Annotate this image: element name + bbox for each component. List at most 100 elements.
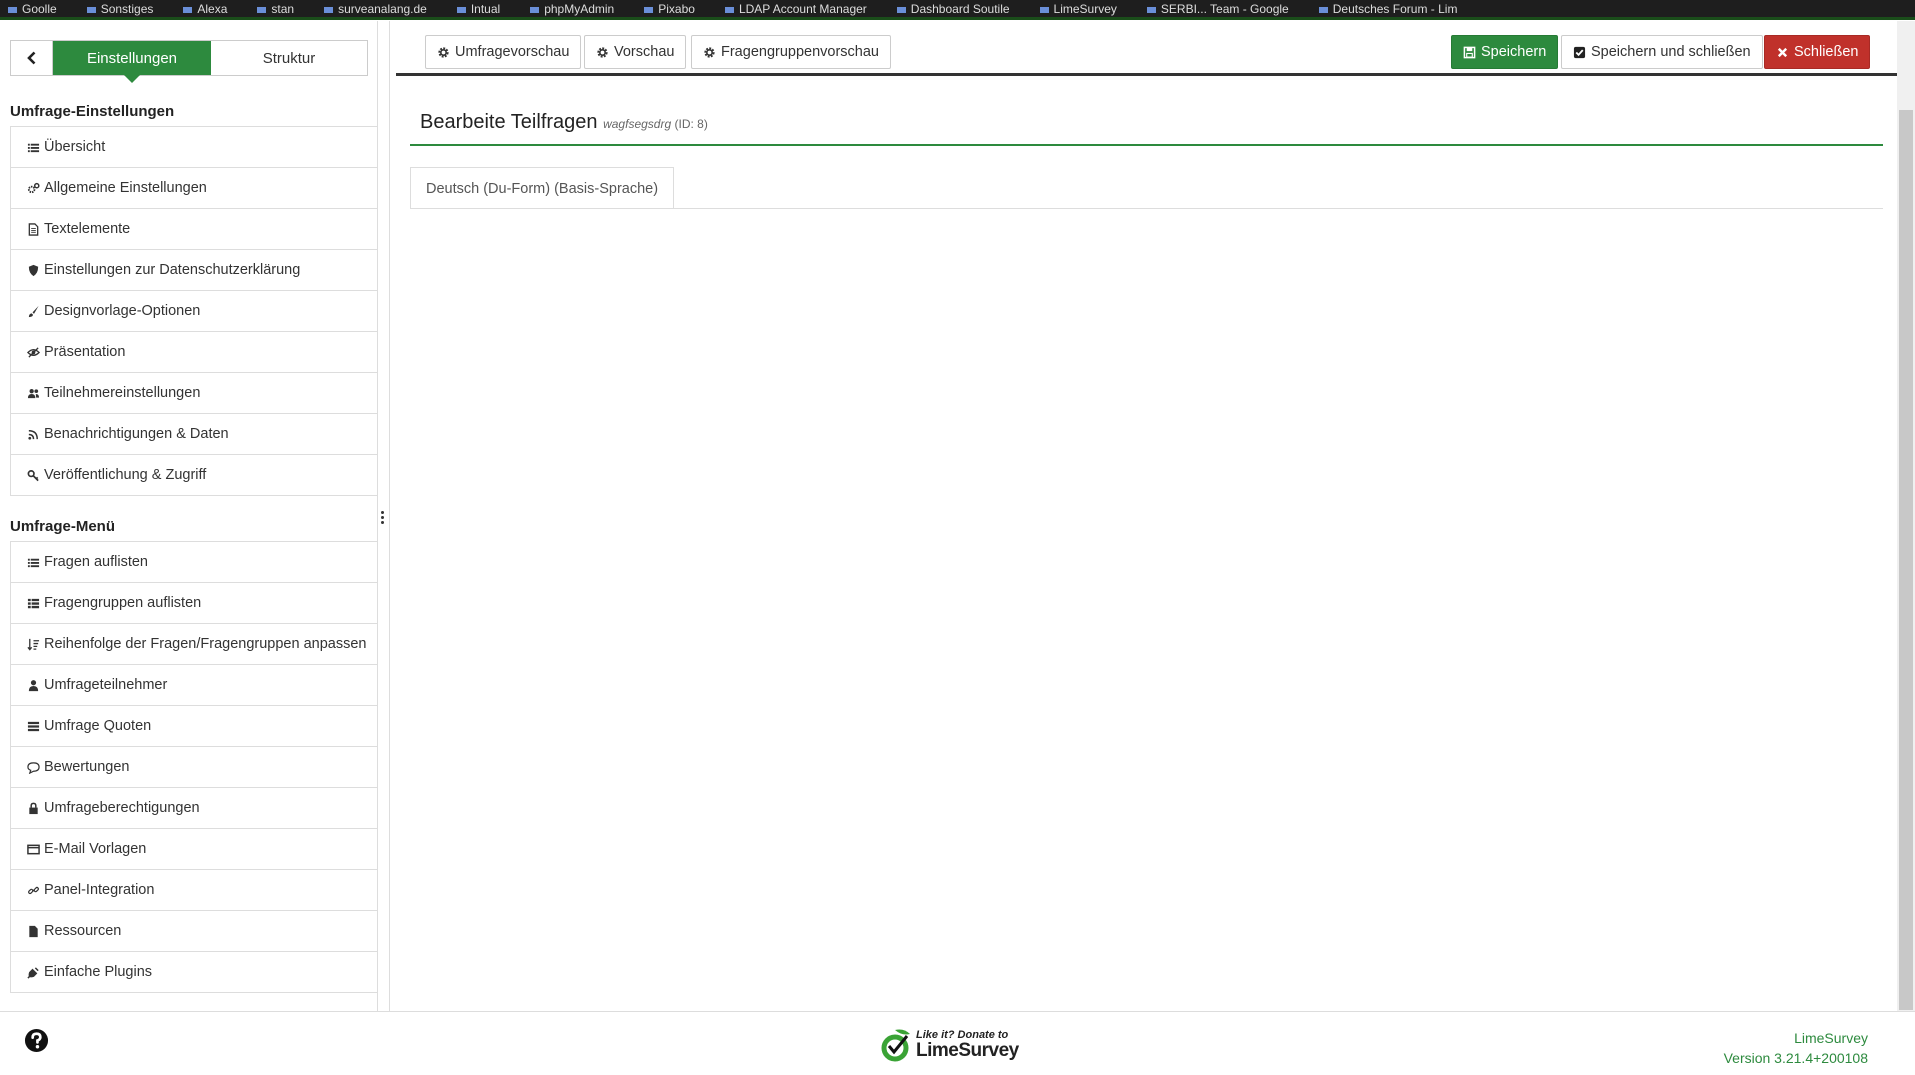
app-name-link[interactable]: LimeSurvey xyxy=(1724,1028,1868,1048)
chevron-left-icon xyxy=(26,51,35,65)
settings-menu-item-label: Veröffentlichung & Zugriff xyxy=(44,467,207,483)
save-close-label: Speichern und schließen xyxy=(1591,44,1751,60)
list-icon xyxy=(26,555,40,569)
survey-name: wagfsegsdrg xyxy=(603,117,672,131)
sidebar: Einstellungen Struktur Umfrage-Einstellu… xyxy=(0,21,390,1011)
save-label: Speichern xyxy=(1481,44,1547,60)
survey-menu-item-label: Bewertungen xyxy=(44,759,130,775)
bookmark-item[interactable]: LimeSurvey xyxy=(1032,3,1117,15)
settings-menu-item-label: Designvorlage-Optionen xyxy=(44,303,201,319)
bookmark-item[interactable]: LDAP Account Manager xyxy=(717,3,867,15)
key-icon xyxy=(26,468,40,482)
sidebar-tabbar: Einstellungen Struktur xyxy=(10,40,368,83)
page-scrollbar-thumb[interactable] xyxy=(1899,110,1913,1010)
gear-icon xyxy=(704,46,715,58)
envelope-icon xyxy=(26,842,40,856)
settings-menu: Übersicht Allgemeine Einstellungen Textele… xyxy=(10,126,377,496)
bookmark-item[interactable]: stan xyxy=(249,3,294,15)
donate-link[interactable]: Like it? Donate to LimeSurvey xyxy=(880,1025,1019,1065)
language-tabs-border xyxy=(410,208,1883,209)
survey-menu-item[interactable]: Umfrageberechtigungen xyxy=(10,788,377,829)
plug-icon xyxy=(26,965,40,979)
bookmark-item[interactable]: surveanalang.de xyxy=(316,3,427,15)
settings-menu-item[interactable]: Einstellungen zur Datenschutzerklärung xyxy=(10,250,377,291)
user-icon xyxy=(26,678,40,692)
bookmark-item[interactable]: Sonstiges xyxy=(79,3,154,15)
group-preview-label: Fragengruppenvorschau xyxy=(721,44,879,60)
survey-menu-item[interactable]: Fragengruppen auflisten xyxy=(10,583,377,624)
tasks-icon xyxy=(26,719,40,733)
bookmark-item[interactable]: phpMyAdmin xyxy=(522,3,614,15)
settings-menu-item-label: Teilnehmereinstellungen xyxy=(44,385,201,401)
donate-brand: LimeSurvey xyxy=(916,1040,1019,1061)
survey-menu-item[interactable]: Fragen auflisten xyxy=(10,542,377,583)
settings-menu-item[interactable]: Präsentation xyxy=(10,332,377,373)
check-square-icon xyxy=(1573,46,1586,58)
page-title-text: Bearbeite Teilfragen xyxy=(420,111,598,133)
survey-menu-item[interactable]: Einfache Plugins xyxy=(10,952,377,993)
survey-id: (ID: 8) xyxy=(674,117,708,131)
bookmark-item[interactable]: SERBI... Team - Google xyxy=(1139,3,1289,15)
settings-menu-item[interactable]: Allgemeine Einstellungen xyxy=(10,168,377,209)
settings-menu-item[interactable]: Designvorlage-Optionen xyxy=(10,291,377,332)
back-button[interactable] xyxy=(11,41,53,75)
comment-icon xyxy=(26,760,40,774)
settings-menu-item[interactable]: Benachrichtigungen & Daten xyxy=(10,414,377,455)
survey-preview-label: Umfragevorschau xyxy=(455,44,570,60)
survey-menu-item[interactable]: Umfrage Quoten xyxy=(10,706,377,747)
survey-menu-item-label: Panel-Integration xyxy=(44,882,155,898)
bookmark-item[interactable]: Alexa xyxy=(175,3,227,15)
users-icon xyxy=(26,386,40,400)
bookmark-item[interactable]: Pixabo xyxy=(636,3,695,15)
survey-menu-item-label: Einfache Plugins xyxy=(44,964,153,980)
survey-menu-item-label: Reihenfolge der Fragen/Fragengruppen anp… xyxy=(44,636,367,652)
settings-menu-item[interactable]: Übersicht xyxy=(10,127,377,168)
top-toolbar: Umfragevorschau Vorschau Fragengruppenvo… xyxy=(396,21,1898,76)
version-info: LimeSurvey Version 3.21.4+200108 xyxy=(1724,1028,1868,1068)
survey-menu: Fragen auflisten Fragengruppen auflisten R… xyxy=(10,541,377,993)
preview-button[interactable]: Vorschau xyxy=(584,35,687,69)
settings-menu-item-label: Übersicht xyxy=(44,139,106,155)
survey-menu-item[interactable]: Umfrageteilnehmer xyxy=(10,665,377,706)
save-icon xyxy=(1463,46,1476,58)
drag-handle-icon[interactable] xyxy=(381,510,385,524)
help-icon[interactable] xyxy=(24,1028,49,1053)
bookmark-item[interactable]: Goolle xyxy=(0,3,57,15)
survey-menu-item[interactable]: E-Mail Vorlagen xyxy=(10,829,377,870)
tab-settings[interactable]: Einstellungen xyxy=(53,41,211,83)
survey-menu-item-label: Umfrage Quoten xyxy=(44,718,152,734)
settings-menu-item[interactable]: Veröffentlichung & Zugriff xyxy=(10,455,377,496)
settings-menu-item[interactable]: Teilnehmereinstellungen xyxy=(10,373,377,414)
survey-menu-item[interactable]: Panel-Integration xyxy=(10,870,377,911)
tab-language-base[interactable]: Deutsch (Du-Form) (Basis-Sprache) xyxy=(410,167,675,209)
survey-menu-item[interactable]: Reihenfolge der Fragen/Fragengruppen anp… xyxy=(10,624,377,665)
sort-icon xyxy=(26,637,40,651)
settings-menu-item-label: Allgemeine Einstellungen xyxy=(44,180,207,196)
group-preview-button[interactable]: Fragengruppenvorschau xyxy=(691,35,891,69)
close-icon xyxy=(1777,47,1788,57)
bookmark-item[interactable]: Deutsches Forum - Lim xyxy=(1311,3,1458,15)
survey-menu-item[interactable]: Bewertungen xyxy=(10,747,377,788)
th-list-icon xyxy=(26,596,40,610)
limesurvey-logo-icon xyxy=(881,1029,910,1062)
survey-menu-item-label: Fragen auflisten xyxy=(44,554,148,570)
bookmark-item[interactable]: Dashboard Soutile xyxy=(889,3,1010,15)
gear-icon xyxy=(597,46,608,58)
save-close-button[interactable]: Speichern und schließen xyxy=(1561,35,1763,69)
tab-structure[interactable]: Struktur xyxy=(211,41,367,75)
settings-menu-item-label: Präsentation xyxy=(44,344,126,360)
rss-icon xyxy=(26,427,40,441)
settings-menu-item[interactable]: Textelemente xyxy=(10,209,377,250)
survey-preview-button[interactable]: Umfragevorschau xyxy=(425,35,582,69)
close-label: Schließen xyxy=(1794,44,1859,60)
survey-menu-item[interactable]: Ressourcen xyxy=(10,911,377,952)
survey-subtitle: wagfsegsdrg (ID: 8) xyxy=(603,117,708,131)
close-button[interactable]: Schließen xyxy=(1764,35,1871,69)
settings-section-title: Umfrage-Einstellungen xyxy=(10,103,175,120)
gears-icon xyxy=(26,181,40,195)
bookmark-item[interactable]: Intual xyxy=(449,3,500,15)
survey-menu-item-label: E-Mail Vorlagen xyxy=(44,841,147,857)
version-text: Version 3.21.4+200108 xyxy=(1723,1050,1868,1066)
save-button[interactable]: Speichern xyxy=(1451,35,1559,69)
survey-menu-section-title: Umfrage-Menü xyxy=(10,518,116,535)
